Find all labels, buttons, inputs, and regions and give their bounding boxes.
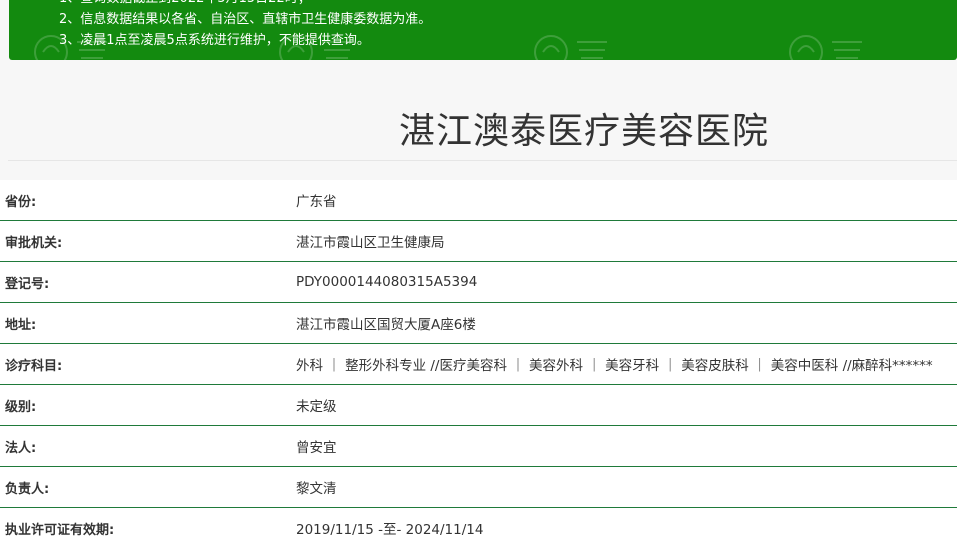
row-value: 未定级 bbox=[296, 399, 337, 415]
watermark-logo-icon bbox=[534, 35, 607, 60]
info-row-level: 级别: 未定级 bbox=[0, 385, 957, 426]
row-value: 2019/11/15 -至- 2024/11/14 bbox=[296, 522, 484, 538]
row-value: 湛江市霞山区卫生健康局 bbox=[296, 235, 445, 251]
row-value: 湛江市霞山区国贸大厦A座6楼 bbox=[296, 317, 476, 333]
row-label: 审批机关: bbox=[5, 235, 63, 251]
row-value: 黎文清 bbox=[296, 481, 337, 497]
row-label: 地址: bbox=[5, 317, 37, 333]
divider bbox=[8, 160, 957, 161]
row-label: 执业许可证有效期: bbox=[5, 522, 115, 538]
row-label: 登记号: bbox=[5, 276, 50, 292]
info-row-person-in-charge: 负责人: 黎文清 bbox=[0, 467, 957, 508]
info-row-address: 地址: 湛江市霞山区国贸大厦A座6楼 bbox=[0, 303, 957, 344]
info-row-legal-person: 法人: 曾安宜 bbox=[0, 426, 957, 467]
notice-line: 3、凌晨1点至凌晨5点系统进行维护，不能提供查询。 bbox=[59, 33, 370, 48]
row-label: 负责人: bbox=[5, 481, 50, 497]
info-row-province: 省份: 广东省 bbox=[0, 180, 957, 221]
row-value: PDY0000144080315A5394 bbox=[296, 274, 478, 290]
row-label: 法人: bbox=[5, 440, 37, 456]
row-label: 省份: bbox=[5, 194, 37, 210]
info-row-registration-number: 登记号: PDY0000144080315A5394 bbox=[0, 262, 957, 303]
info-row-license-validity: 执业许可证有效期: 2019/11/15 -至- 2024/11/14 bbox=[0, 508, 957, 548]
row-value: 外科 ｜ 整形外科专业 //医疗美容科 ｜ 美容外科 ｜ 美容牙科 ｜ 美容皮肤… bbox=[296, 358, 933, 374]
notice-banner: 1、查询数据截止到2022年5月15日22时； 2、信息数据结果以各省、自治区、… bbox=[9, 0, 957, 60]
row-label: 诊疗科目: bbox=[5, 358, 63, 374]
page-title: 湛江澳泰医疗美容医院 bbox=[399, 111, 770, 152]
info-row-departments: 诊疗科目: 外科 ｜ 整形外科专业 //医疗美容科 ｜ 美容外科 ｜ 美容牙科 … bbox=[0, 344, 957, 385]
notice-line: 1、查询数据截止到2022年5月15日22时； bbox=[59, 0, 311, 8]
notice-line: 2、信息数据结果以各省、自治区、直辖市卫生健康委数据为准。 bbox=[59, 12, 432, 27]
info-table: 省份: 广东省 审批机关: 湛江市霞山区卫生健康局 登记号: PDY000014… bbox=[0, 180, 957, 548]
row-label: 级别: bbox=[5, 399, 37, 415]
info-row-approval-authority: 审批机关: 湛江市霞山区卫生健康局 bbox=[0, 221, 957, 262]
watermark-logo-icon bbox=[789, 35, 862, 60]
title-area: 湛江澳泰医疗美容医院 bbox=[0, 60, 957, 160]
row-value: 曾安宜 bbox=[296, 440, 337, 456]
row-value: 广东省 bbox=[296, 194, 337, 210]
